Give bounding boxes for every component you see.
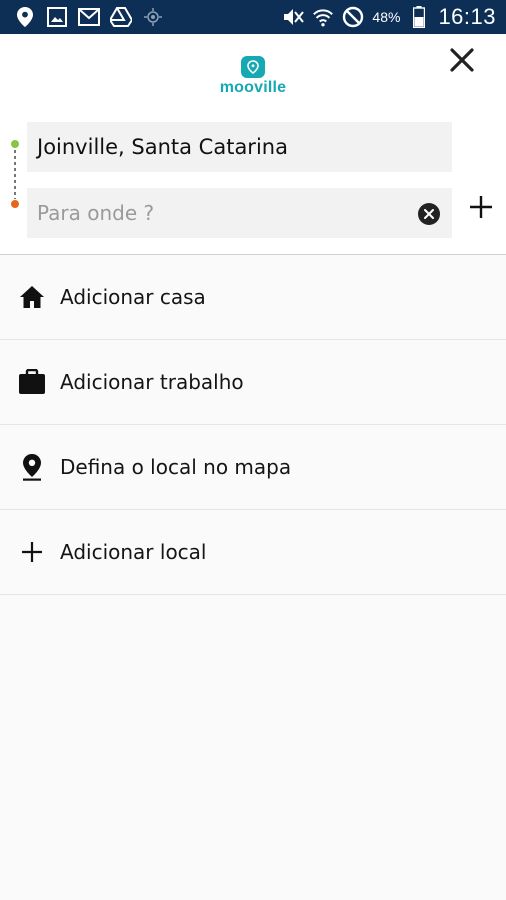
status-left-icons [0, 6, 164, 28]
logo-text: mooville [219, 79, 287, 96]
saved-places-list: Adicionar casa Adicionar trabalho Defina… [0, 255, 506, 595]
origin-field[interactable]: Joinville, Santa Catarina [27, 122, 452, 172]
route-header: mooville Joinville, Santa Catarina Para … [0, 34, 506, 255]
list-item-set-on-map[interactable]: Defina o local no mapa [0, 425, 506, 510]
plus-icon [470, 196, 492, 218]
destination-field[interactable]: Para onde ? [27, 188, 452, 238]
battery-percent: 48% [372, 9, 401, 25]
origin-dot [11, 140, 19, 148]
destination-dot [11, 200, 19, 208]
route-connector [11, 140, 19, 208]
logo-pin-icon [241, 56, 265, 78]
map-pin-icon [17, 452, 47, 482]
destination-placeholder: Para onde ? [37, 201, 155, 225]
blocked-icon [342, 6, 364, 28]
list-item-label: Adicionar local [60, 540, 207, 564]
clear-icon [424, 209, 434, 219]
mute-icon [282, 6, 305, 28]
location-icon [14, 6, 36, 28]
gallery-icon [46, 6, 68, 28]
list-item-label: Adicionar casa [60, 285, 206, 309]
list-item-add-place[interactable]: Adicionar local [0, 510, 506, 595]
battery-icon [408, 6, 430, 28]
list-item-label: Defina o local no mapa [60, 455, 292, 479]
app-logo: mooville [0, 56, 506, 97]
plus-icon [17, 537, 47, 567]
status-bar: 48% 16:13 [0, 0, 506, 34]
list-item-label: Adicionar trabalho [60, 370, 244, 394]
close-button[interactable] [446, 44, 478, 76]
wifi-icon [312, 6, 334, 28]
clear-destination-button[interactable] [418, 203, 440, 225]
close-icon [450, 48, 474, 72]
status-right-icons: 48% 16:13 [282, 4, 506, 30]
briefcase-icon [17, 367, 47, 397]
gps-icon [142, 6, 164, 28]
list-item-add-home[interactable]: Adicionar casa [0, 255, 506, 340]
clock: 16:13 [438, 4, 496, 29]
add-stop-button[interactable] [466, 192, 496, 222]
drive-icon [110, 6, 132, 28]
home-icon [17, 282, 47, 312]
list-item-add-work[interactable]: Adicionar trabalho [0, 340, 506, 425]
gmail-icon [78, 6, 100, 28]
origin-value: Joinville, Santa Catarina [37, 135, 288, 159]
